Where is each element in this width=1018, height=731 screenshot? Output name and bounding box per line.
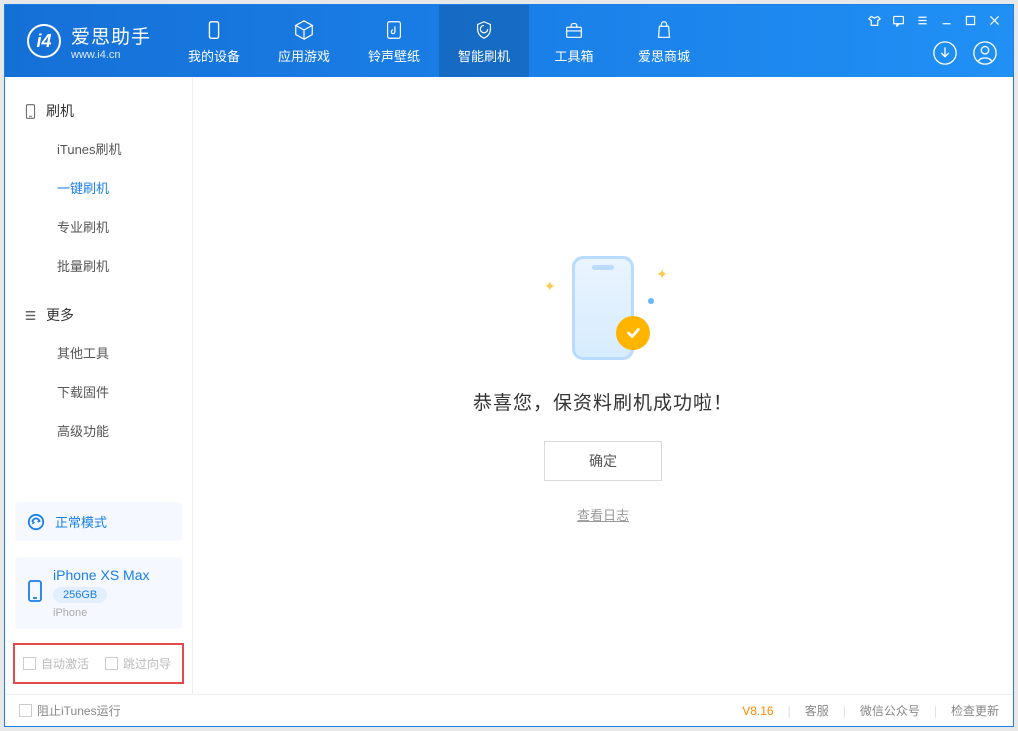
checkbox-block-itunes[interactable]: 阻止iTunes运行 bbox=[19, 702, 121, 719]
checkbox-label: 阻止iTunes运行 bbox=[37, 702, 121, 719]
header: i4 爱思助手 www.i4.cn 我的设备 应用游戏 铃声壁纸 智能刷机 bbox=[5, 5, 1013, 77]
nav-label: 智能刷机 bbox=[458, 46, 510, 65]
close-icon[interactable] bbox=[987, 13, 1001, 27]
device-type: iPhone bbox=[53, 607, 150, 619]
sidebar-group-title: 更多 bbox=[46, 305, 74, 325]
nav-apps-games[interactable]: 应用游戏 bbox=[259, 5, 349, 77]
flash-result: ✦ ✦ 恭喜您，保资料刷机成功啦！ 确定 查看日志 bbox=[473, 248, 733, 524]
device-mode-box[interactable]: 正常模式 bbox=[15, 502, 182, 541]
phone-icon bbox=[23, 104, 38, 119]
checkbox-auto-activate[interactable]: 自动激活 bbox=[23, 655, 89, 672]
success-message: 恭喜您，保资料刷机成功啦！ bbox=[473, 388, 733, 415]
footer-link-update[interactable]: 检查更新 bbox=[951, 702, 999, 719]
list-icon bbox=[23, 308, 38, 323]
toolbox-icon bbox=[562, 18, 586, 42]
feedback-icon[interactable] bbox=[891, 13, 905, 27]
checkbox-skip-guide[interactable]: 跳过向导 bbox=[105, 655, 171, 672]
menu-icon[interactable] bbox=[915, 13, 929, 27]
brand-name: 爱思助手 bbox=[71, 22, 151, 49]
download-icon[interactable] bbox=[931, 39, 959, 67]
sidebar-item-oneclick-flash[interactable]: 一键刷机 bbox=[5, 168, 192, 207]
mode-icon bbox=[27, 513, 45, 531]
maximize-icon[interactable] bbox=[963, 13, 977, 27]
nav-store[interactable]: 爱思商城 bbox=[619, 5, 709, 77]
checkbox-label: 自动激活 bbox=[41, 655, 89, 672]
footer: 阻止iTunes运行 V8.16 | 客服 | 微信公众号 | 检查更新 bbox=[5, 694, 1013, 726]
minimize-icon[interactable] bbox=[939, 13, 953, 27]
main-content: ✦ ✦ 恭喜您，保资料刷机成功啦！ 确定 查看日志 bbox=[193, 77, 1013, 694]
header-user-area bbox=[931, 39, 999, 67]
nav-toolbox[interactable]: 工具箱 bbox=[529, 5, 619, 77]
nav-my-device[interactable]: 我的设备 bbox=[169, 5, 259, 77]
store-icon bbox=[652, 18, 676, 42]
device-name: iPhone XS Max bbox=[53, 567, 150, 583]
footer-link-support[interactable]: 客服 bbox=[805, 702, 829, 719]
highlighted-options: 自动激活 跳过向导 bbox=[13, 643, 184, 684]
checkbox-label: 跳过向导 bbox=[123, 655, 171, 672]
sidebar-group-flash: 刷机 iTunes刷机 一键刷机 专业刷机 批量刷机 bbox=[5, 87, 192, 291]
main-nav: 我的设备 应用游戏 铃声壁纸 智能刷机 工具箱 爱思商城 bbox=[169, 5, 709, 77]
sidebar-item-download-firmware[interactable]: 下载固件 bbox=[5, 372, 192, 411]
device-capacity: 256GB bbox=[53, 587, 107, 603]
cube-icon bbox=[292, 18, 316, 42]
sidebar-item-pro-flash[interactable]: 专业刷机 bbox=[5, 207, 192, 246]
nav-label: 铃声壁纸 bbox=[368, 46, 420, 65]
sidebar-item-itunes-flash[interactable]: iTunes刷机 bbox=[5, 129, 192, 168]
ok-button[interactable]: 确定 bbox=[544, 441, 662, 481]
sidebar-item-batch-flash[interactable]: 批量刷机 bbox=[5, 246, 192, 285]
nav-label: 应用游戏 bbox=[278, 46, 330, 65]
sidebar-group-title: 刷机 bbox=[46, 101, 74, 121]
user-icon[interactable] bbox=[971, 39, 999, 67]
sidebar-group-more: 更多 其他工具 下载固件 高级功能 bbox=[5, 291, 192, 456]
brand-site: www.i4.cn bbox=[71, 49, 151, 61]
sidebar: 刷机 iTunes刷机 一键刷机 专业刷机 批量刷机 更多 其他工具 下载固件 … bbox=[5, 77, 193, 694]
device-mode-label: 正常模式 bbox=[55, 512, 107, 531]
phone-icon bbox=[27, 580, 43, 607]
success-illustration: ✦ ✦ bbox=[538, 248, 668, 368]
nav-label: 工具箱 bbox=[555, 46, 594, 65]
music-icon bbox=[382, 18, 406, 42]
sparkle-icon: ✦ bbox=[656, 266, 668, 283]
app-window: i4 爱思助手 www.i4.cn 我的设备 应用游戏 铃声壁纸 智能刷机 bbox=[4, 4, 1014, 727]
sparkle-icon: ✦ bbox=[544, 278, 556, 295]
shield-icon bbox=[472, 18, 496, 42]
nav-ringtones-wallpapers[interactable]: 铃声壁纸 bbox=[349, 5, 439, 77]
device-icon bbox=[202, 18, 226, 42]
checkbox-icon bbox=[105, 657, 118, 670]
view-log-link[interactable]: 查看日志 bbox=[577, 505, 629, 524]
check-badge-icon bbox=[616, 316, 650, 350]
version-label: V8.16 bbox=[742, 704, 773, 718]
logo[interactable]: i4 爱思助手 www.i4.cn bbox=[5, 22, 169, 61]
sidebar-item-other-tools[interactable]: 其他工具 bbox=[5, 333, 192, 372]
window-controls bbox=[867, 13, 1001, 27]
sidebar-group-header[interactable]: 更多 bbox=[5, 297, 192, 333]
nav-label: 爱思商城 bbox=[638, 46, 690, 65]
logo-icon: i4 bbox=[27, 24, 61, 58]
checkbox-icon bbox=[19, 704, 32, 717]
body: 刷机 iTunes刷机 一键刷机 专业刷机 批量刷机 更多 其他工具 下载固件 … bbox=[5, 77, 1013, 694]
shirt-icon[interactable] bbox=[867, 13, 881, 27]
checkbox-icon bbox=[23, 657, 36, 670]
sparkle-icon bbox=[648, 298, 654, 304]
nav-label: 我的设备 bbox=[188, 46, 240, 65]
device-info-box[interactable]: iPhone XS Max 256GB iPhone bbox=[15, 557, 182, 629]
sidebar-item-advanced[interactable]: 高级功能 bbox=[5, 411, 192, 450]
sidebar-group-header[interactable]: 刷机 bbox=[5, 93, 192, 129]
nav-smart-flash[interactable]: 智能刷机 bbox=[439, 5, 529, 77]
footer-link-wechat[interactable]: 微信公众号 bbox=[860, 702, 920, 719]
